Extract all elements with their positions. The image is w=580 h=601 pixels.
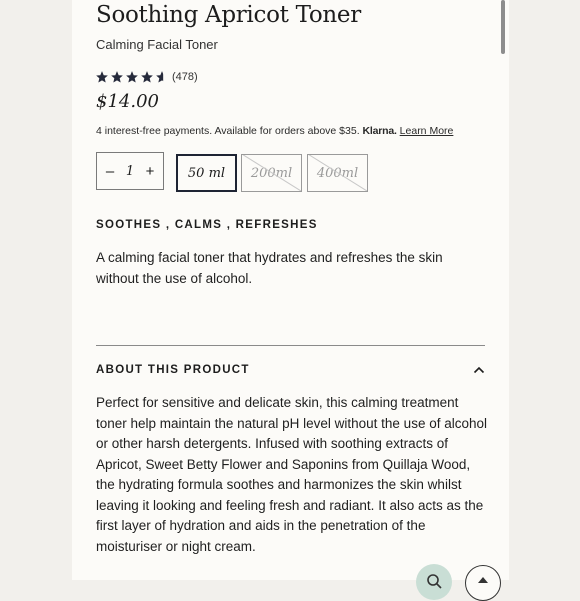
size-option-label: 50 ml — [187, 165, 226, 181]
search-icon — [426, 573, 442, 594]
size-option-400ml[interactable]: 400ml — [307, 154, 368, 192]
section-divider — [96, 345, 485, 346]
star-icon — [110, 70, 124, 84]
arrow-up-icon — [476, 575, 490, 594]
scrollbar-thumb[interactable] — [501, 0, 505, 54]
chevron-up-icon[interactable] — [473, 366, 485, 374]
star-icon — [95, 70, 109, 84]
klarna-logo: Klarna. — [362, 125, 397, 137]
quantity-value[interactable]: 1 — [126, 164, 134, 179]
about-accordion-header[interactable]: ABOUT THIS PRODUCT — [96, 362, 485, 378]
product-tagline: SOOTHES , CALMS , REFRESHES — [96, 219, 318, 231]
product-price: $14.00 — [96, 91, 159, 112]
quantity-increase-button[interactable]: + — [144, 163, 156, 180]
rating-stars — [95, 70, 169, 84]
quantity-decrease-button[interactable]: – — [104, 163, 116, 180]
product-subtitle: Calming Facial Toner — [96, 37, 218, 52]
star-icon — [125, 70, 139, 84]
size-option-200ml[interactable]: 200ml — [241, 154, 302, 192]
about-title: ABOUT THIS PRODUCT — [96, 364, 250, 376]
installments-text: 4 interest-free payments. Available for … — [96, 125, 360, 137]
learn-more-link[interactable]: Learn More — [400, 125, 454, 137]
search-button[interactable] — [416, 564, 452, 600]
about-body: Perfect for sensitive and delicate skin,… — [96, 395, 487, 554]
size-option-label: 400ml — [316, 165, 359, 181]
star-icon — [140, 70, 154, 84]
star-half-icon — [155, 70, 169, 84]
installments-note: 4 interest-free payments. Available for … — [96, 125, 453, 137]
size-option-50ml[interactable]: 50 ml — [176, 154, 237, 192]
back-to-top-button[interactable] — [465, 565, 501, 601]
rating-count: (478) — [172, 71, 198, 83]
product-rating[interactable]: (478) — [95, 70, 198, 84]
size-option-label: 200ml — [250, 165, 293, 181]
product-title: Soothing Apricot Toner — [96, 2, 361, 28]
short-description: A calming facial toner that hydrates and… — [96, 250, 443, 286]
quantity-stepper: – 1 + — [96, 152, 164, 190]
